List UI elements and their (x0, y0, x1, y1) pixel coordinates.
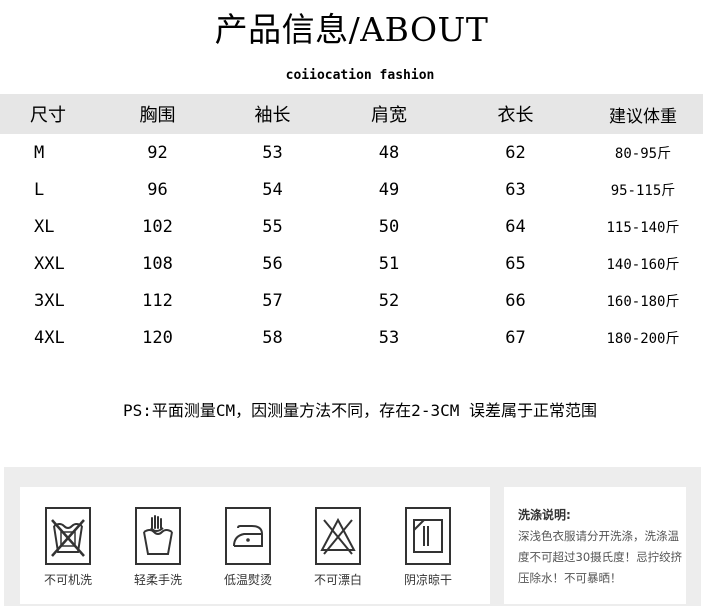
care-label: 阴凉晾干 (403, 573, 452, 587)
hand-wash-icon (135, 507, 181, 565)
measurement-note: PS:平面测量CM，因测量方法不同，存在2-3CM 误差属于正常范围 (123, 401, 597, 420)
care-label: 低温熨烫 (223, 573, 272, 587)
table-row: XXL 108 56 51 65 140-160斤 (0, 245, 703, 282)
cell-sleeve: 57 (262, 290, 283, 311)
cell-shoulder: 48 (378, 142, 400, 163)
cell-chest: 102 (142, 216, 173, 237)
care-label: 不可漂白 (313, 573, 362, 587)
table-row: XL 102 55 50 64 115-140斤 (0, 208, 703, 245)
header-size: 尺寸 (30, 105, 66, 126)
cell-weight: 160-180斤 (606, 293, 680, 310)
cell-weight: 80-95斤 (614, 145, 672, 162)
cell-size: M (34, 142, 45, 163)
cell-shoulder: 51 (378, 253, 400, 274)
cell-chest: 96 (147, 179, 168, 200)
cell-size: XXL (34, 253, 65, 274)
cell-chest: 120 (142, 327, 173, 348)
cell-weight: 180-200斤 (606, 330, 680, 347)
wash-line: 压除水！不可暴晒！ (518, 571, 622, 585)
cell-size: 3XL (34, 290, 65, 311)
header-chest: 胸围 (139, 105, 176, 126)
care-panel: 不可机洗 轻柔手洗 低温熨烫 不可漂白 阴凉晾干 洗涤说明: 深浅色衣服请分开洗… (4, 467, 701, 606)
cell-chest: 108 (142, 253, 173, 274)
header-sleeve: 袖长 (254, 105, 291, 126)
cell-sleeve: 56 (262, 253, 283, 274)
cell-sleeve: 55 (262, 216, 283, 237)
cell-size: XL (34, 216, 55, 237)
care-label: 不可机洗 (43, 573, 92, 587)
cell-length: 67 (505, 327, 526, 348)
header-weight: 建议体重 (609, 106, 677, 127)
cell-shoulder: 49 (378, 179, 400, 200)
shade-dry-icon (405, 507, 451, 565)
size-table: 尺寸 胸围 袖长 肩宽 衣长 建议体重 M 92 53 48 62 80-95斤… (0, 94, 703, 356)
cell-shoulder: 50 (378, 216, 400, 237)
wash-instructions: 洗涤说明: 深浅色衣服请分开洗涤，洗涤温 度不可超过30摄氏度！忌拧绞挤 压除水… (518, 505, 696, 589)
header-shoulder: 肩宽 (371, 105, 407, 126)
table-row: L 96 54 49 63 95-115斤 (0, 171, 703, 208)
cell-sleeve: 58 (262, 327, 283, 348)
cell-length: 66 (505, 290, 526, 311)
cell-shoulder: 53 (378, 327, 400, 348)
care-item-hand-wash: 轻柔手洗 (118, 507, 198, 588)
cell-size: 4XL (34, 327, 65, 348)
cell-sleeve: 54 (262, 179, 283, 200)
table-header: 尺寸 胸围 袖长 肩宽 衣长 建议体重 (0, 94, 703, 134)
cell-length: 62 (505, 142, 526, 163)
panel-divider (490, 487, 504, 604)
cell-shoulder: 52 (378, 290, 400, 311)
care-item-low-temp-iron: 低温熨烫 (208, 507, 288, 588)
cell-chest: 92 (147, 142, 168, 163)
cell-chest: 112 (142, 290, 173, 311)
no-machine-wash-icon (45, 507, 91, 565)
wash-title: 洗涤说明: (518, 508, 571, 522)
care-item-no-machine-wash: 不可机洗 (28, 507, 108, 588)
table-row: 4XL 120 58 53 67 180-200斤 (0, 319, 703, 356)
table-row: M 92 53 48 62 80-95斤 (0, 134, 703, 171)
cell-weight: 140-160斤 (606, 256, 680, 273)
cell-size: L (34, 179, 45, 200)
wash-line: 度不可超过30摄氏度！忌拧绞挤 (518, 550, 683, 564)
cell-weight: 95-115斤 (610, 182, 676, 199)
subtitle: coiiocation fashion (285, 68, 435, 83)
wash-line: 深浅色衣服请分开洗涤，洗涤温 (518, 529, 679, 543)
care-panel-inner: 不可机洗 轻柔手洗 低温熨烫 不可漂白 阴凉晾干 洗涤说明: 深浅色衣服请分开洗… (20, 487, 686, 604)
page-title: 产品信息/ABOUT (214, 10, 489, 49)
care-label: 轻柔手洗 (133, 573, 182, 587)
cell-length: 64 (505, 216, 526, 237)
table-row: 3XL 112 57 52 66 160-180斤 (0, 282, 703, 319)
header-length: 衣长 (497, 105, 534, 126)
cell-length: 65 (505, 253, 526, 274)
cell-weight: 115-140斤 (606, 219, 680, 236)
no-bleach-icon (315, 507, 361, 565)
cell-length: 63 (505, 179, 526, 200)
cell-sleeve: 53 (262, 142, 283, 163)
low-temp-iron-icon (225, 507, 271, 565)
care-item-shade-dry: 阴凉晾干 (388, 507, 468, 588)
care-item-no-bleach: 不可漂白 (298, 507, 378, 588)
